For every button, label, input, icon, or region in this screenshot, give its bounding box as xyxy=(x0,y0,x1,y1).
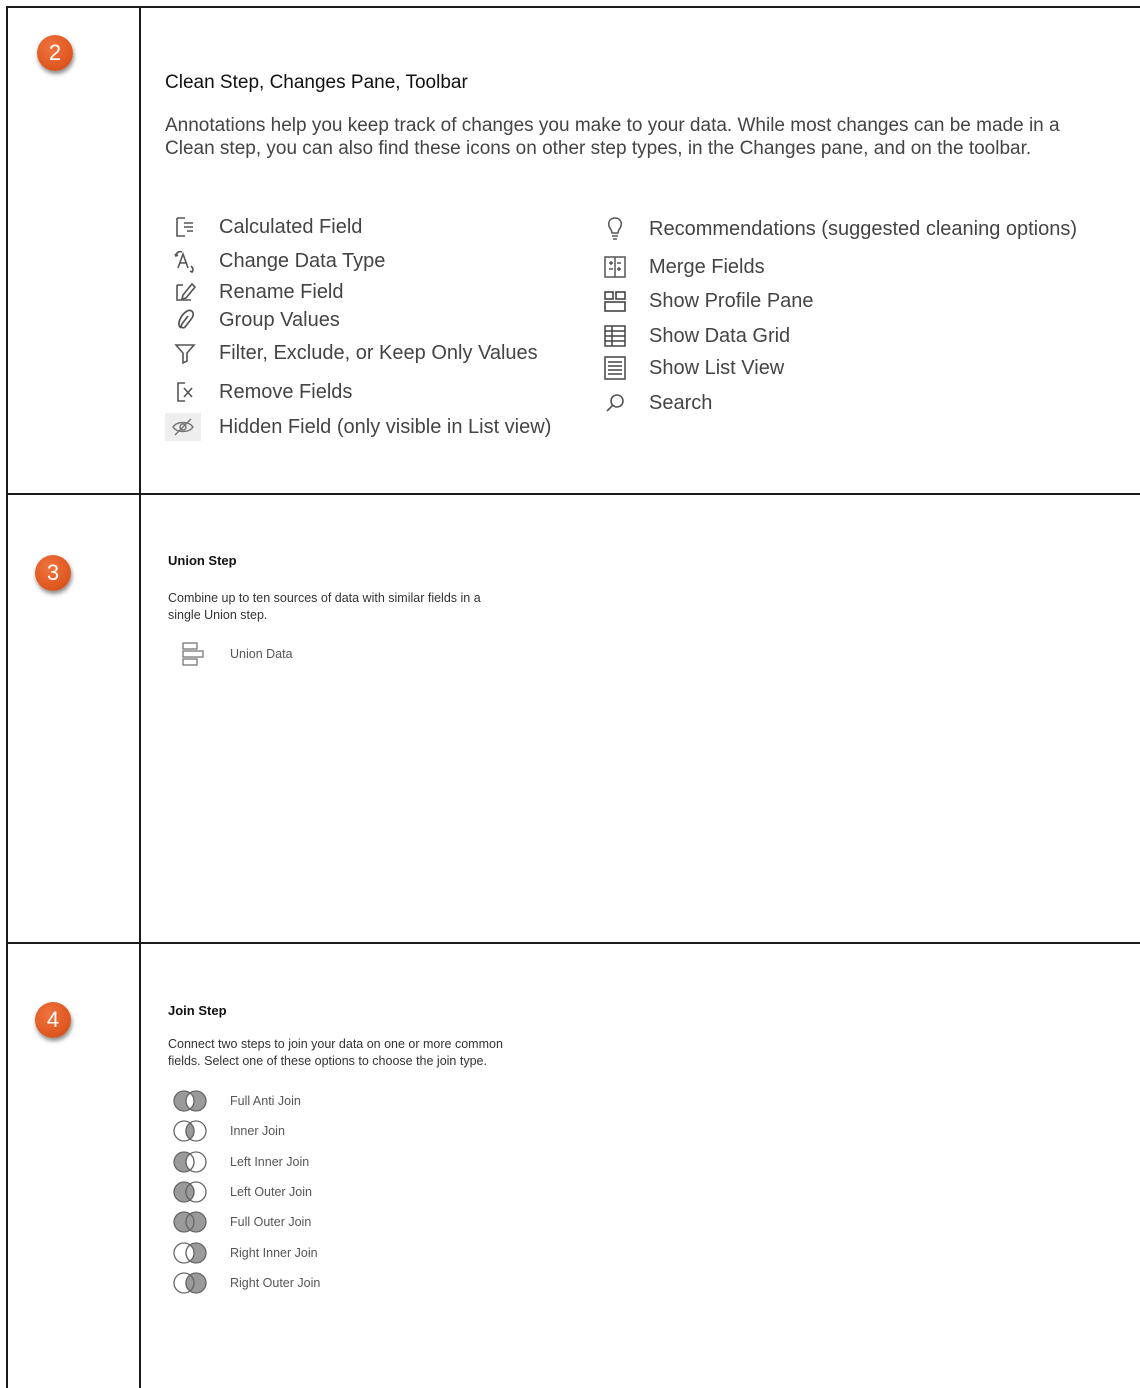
legend-item-label: Remove Fields xyxy=(219,380,353,403)
legend-item-label: Rename Field xyxy=(219,280,344,303)
legend-item-change-data-type: Change Data Type xyxy=(165,247,385,275)
full-anti-join-icon xyxy=(170,1089,210,1113)
legend-item-label: Left Outer Join xyxy=(230,1185,312,1199)
table-border-top xyxy=(6,6,1140,8)
legend-item-label: Recommendations (suggested cleaning opti… xyxy=(649,217,1078,240)
legend-item-label: Change Data Type xyxy=(219,249,386,272)
change-data-type-icon xyxy=(165,247,205,275)
section-description: Connect two steps to join your data on o… xyxy=(168,1037,503,1068)
legend-item-merge-fields: Merge Fields xyxy=(595,253,765,281)
legend-item-left-inner-join: Left Inner Join xyxy=(170,1150,309,1174)
merge-fields-icon xyxy=(595,253,635,281)
legend-item-search: Search xyxy=(595,389,712,417)
hidden-field-icon xyxy=(165,413,201,441)
legend-item-right-inner-join: Right Inner Join xyxy=(170,1241,318,1265)
legend-item-show-profile-pane: Show Profile Pane xyxy=(595,287,814,315)
step-number-badge: 2 xyxy=(37,35,73,71)
legend-item-label: Calculated Field xyxy=(219,215,363,238)
legend-item-label: Full Outer Join xyxy=(230,1215,312,1229)
inner-join-icon xyxy=(170,1119,210,1143)
legend-item-label: Left Inner Join xyxy=(230,1155,310,1169)
legend-item-recommendations: Recommendations (suggested cleaning opti… xyxy=(595,215,1077,243)
legend-item-union-data: Union Data xyxy=(170,642,293,666)
legend-item-label: Show List View xyxy=(649,356,785,379)
step-number-badge: 4 xyxy=(35,1002,71,1038)
section-title: Union Step xyxy=(168,553,237,568)
legend-item-show-list-view: Show List View xyxy=(595,354,784,382)
remove-fields-icon xyxy=(165,378,205,406)
legend-item-label: Filter, Exclude, or Keep Only Values xyxy=(219,341,538,364)
legend-item-calculated-field: Calculated Field xyxy=(165,213,362,241)
full-outer-join-icon xyxy=(170,1210,210,1234)
table-column-divider xyxy=(139,6,141,1388)
table-row-divider xyxy=(6,942,1140,944)
group-values-icon xyxy=(165,306,205,334)
lightbulb-icon xyxy=(595,215,635,243)
left-outer-join-icon xyxy=(170,1180,210,1204)
legend-item-label: Hidden Field (only visible in List view) xyxy=(219,415,552,438)
legend-item-label: Inner Join xyxy=(230,1124,285,1138)
legend-item-label: Right Inner Join xyxy=(230,1246,318,1260)
legend-item-hidden-field: Hidden Field (only visible in List view) xyxy=(165,413,551,441)
legend-item-label: Full Anti Join xyxy=(230,1094,301,1108)
section-title: Join Step xyxy=(168,1003,227,1018)
list-view-icon xyxy=(595,354,635,382)
legend-item-rename-field: Rename Field xyxy=(165,278,344,306)
legend-item-full-anti-join: Full Anti Join xyxy=(170,1089,301,1113)
legend-item-remove-fields: Remove Fields xyxy=(165,378,352,406)
section-description: Combine up to ten sources of data with s… xyxy=(168,591,481,622)
table-border-left xyxy=(6,6,8,1388)
profile-pane-icon xyxy=(595,287,635,315)
legend-item-label: Right Outer Join xyxy=(230,1276,321,1290)
legend-item-right-outer-join: Right Outer Join xyxy=(170,1271,320,1295)
legend-item-filter: Filter, Exclude, or Keep Only Values xyxy=(165,339,538,367)
filter-icon xyxy=(165,339,205,367)
left-inner-join-icon xyxy=(170,1150,210,1174)
legend-item-label: Show Data Grid xyxy=(649,324,791,347)
step-number-badge: 3 xyxy=(35,555,71,591)
legend-item-label: Merge Fields xyxy=(649,255,765,278)
legend-item-left-outer-join: Left Outer Join xyxy=(170,1180,312,1204)
section-title: Clean Step, Changes Pane, Toolbar xyxy=(165,72,468,93)
right-inner-join-icon xyxy=(170,1241,210,1265)
legend-item-full-outer-join: Full Outer Join xyxy=(170,1210,311,1234)
union-data-icon xyxy=(170,642,210,666)
legend-item-label: Union Data xyxy=(230,647,293,661)
legend-item-inner-join: Inner Join xyxy=(170,1119,285,1143)
table-row-divider xyxy=(6,493,1140,495)
legend-item-show-data-grid: Show Data Grid xyxy=(595,322,790,350)
legend-item-group-values: Group Values xyxy=(165,306,340,334)
data-grid-icon xyxy=(595,322,635,350)
section-description: Annotations help you keep track of chang… xyxy=(165,115,1060,159)
right-outer-join-icon xyxy=(170,1271,210,1295)
calculated-field-icon xyxy=(165,213,205,241)
legend-item-label: Search xyxy=(649,391,713,414)
rename-field-icon xyxy=(165,278,205,306)
search-icon xyxy=(595,389,635,417)
legend-item-label: Group Values xyxy=(219,308,340,331)
legend-item-label: Show Profile Pane xyxy=(649,289,814,312)
